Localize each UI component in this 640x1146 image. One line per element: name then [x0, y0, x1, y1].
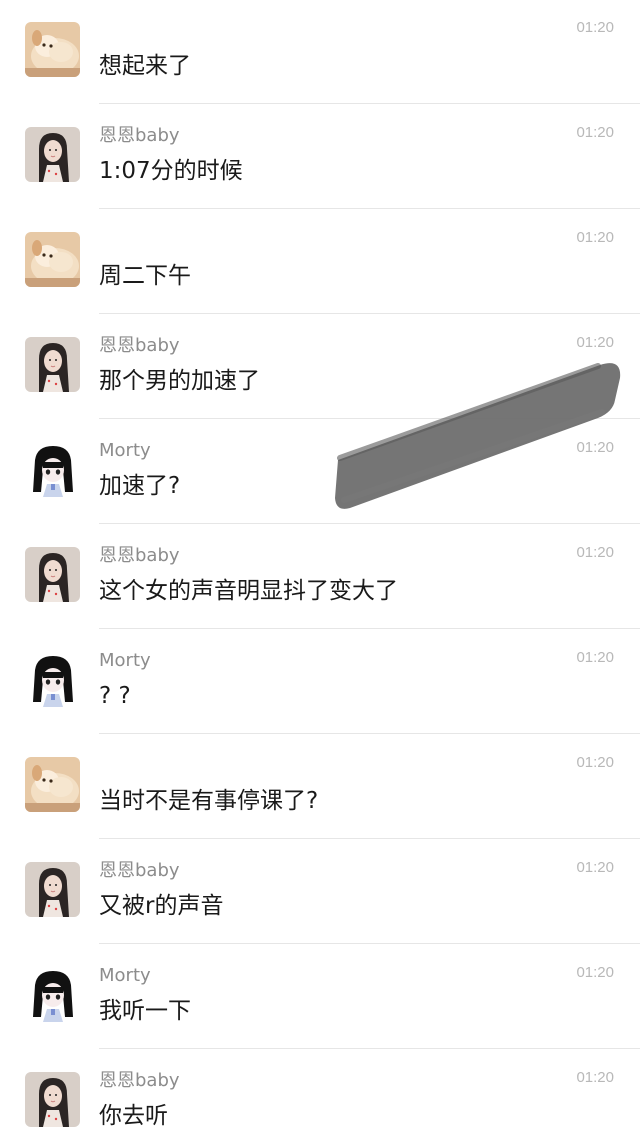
anime-avatar[interactable] — [25, 652, 80, 707]
girl-avatar[interactable] — [25, 547, 80, 602]
girl-avatar[interactable] — [25, 1072, 80, 1127]
divider — [99, 943, 640, 944]
divider — [99, 313, 640, 314]
message-item[interactable]: 想起来了 01:20 — [0, 0, 640, 105]
message-time: 01:20 — [576, 334, 614, 351]
message-time: 01:20 — [576, 544, 614, 561]
sender-name: Morty — [99, 650, 151, 671]
divider — [99, 1048, 640, 1049]
message-time: 01:20 — [576, 859, 614, 876]
dog-avatar[interactable] — [25, 22, 80, 77]
message-text: ? ? — [99, 683, 131, 709]
dog-avatar[interactable] — [25, 232, 80, 287]
message-time: 01:20 — [576, 229, 614, 246]
message-time: 01:20 — [576, 439, 614, 456]
divider — [99, 628, 640, 629]
message-item[interactable]: 恩恩baby 1:07分的时候 01:20 — [0, 105, 640, 210]
divider — [99, 418, 640, 419]
message-item[interactable]: 当时不是有事停课了? 01:20 — [0, 735, 640, 840]
divider — [99, 523, 640, 524]
sender-name: Morty — [99, 965, 151, 986]
message-item[interactable]: 恩恩baby 你去听 01:20 — [0, 1050, 640, 1146]
message-time: 01:20 — [576, 124, 614, 141]
message-text: 那个男的加速了 — [99, 368, 260, 394]
sender-name: 恩恩baby — [99, 125, 180, 146]
girl-avatar[interactable] — [25, 127, 80, 182]
anime-avatar[interactable] — [25, 442, 80, 497]
divider — [99, 103, 640, 104]
message-item[interactable]: 恩恩baby 那个男的加速了 01:20 — [0, 315, 640, 420]
message-text: 我听一下 — [99, 998, 191, 1024]
message-time: 01:20 — [576, 754, 614, 771]
message-text: 你去听 — [99, 1103, 168, 1129]
message-text: 加速了? — [99, 473, 181, 499]
message-item[interactable]: Morty ? ? 01:20 — [0, 630, 640, 735]
message-time: 01:20 — [576, 1069, 614, 1086]
message-item[interactable]: 恩恩baby 这个女的声音明显抖了变大了 01:20 — [0, 525, 640, 630]
anime-avatar[interactable] — [25, 967, 80, 1022]
dog-avatar[interactable] — [25, 757, 80, 812]
message-item[interactable]: Morty 我听一下 01:20 — [0, 945, 640, 1050]
message-time: 01:20 — [576, 649, 614, 666]
message-list: 想起来了 01:20 恩恩baby 1:07分的时候 01:20 周二下午 01… — [0, 0, 640, 1146]
message-text: 又被r的声音 — [99, 893, 224, 919]
sender-name: 恩恩baby — [99, 860, 180, 881]
girl-avatar[interactable] — [25, 337, 80, 392]
message-text: 想起来了 — [99, 53, 191, 79]
sender-name: Morty — [99, 440, 151, 461]
message-time: 01:20 — [576, 964, 614, 981]
message-text: 周二下午 — [99, 263, 191, 289]
sender-name: 恩恩baby — [99, 335, 180, 356]
message-item[interactable]: Morty 加速了? 01:20 — [0, 420, 640, 525]
message-time: 01:20 — [576, 19, 614, 36]
message-item[interactable]: 周二下午 01:20 — [0, 210, 640, 315]
message-text: 1:07分的时候 — [99, 158, 243, 184]
message-item[interactable]: 恩恩baby 又被r的声音 01:20 — [0, 840, 640, 945]
divider — [99, 838, 640, 839]
message-text: 当时不是有事停课了? — [99, 788, 319, 814]
sender-name: 恩恩baby — [99, 1070, 180, 1091]
divider — [99, 208, 640, 209]
sender-name: 恩恩baby — [99, 545, 180, 566]
girl-avatar[interactable] — [25, 862, 80, 917]
message-text: 这个女的声音明显抖了变大了 — [99, 578, 398, 604]
divider — [99, 733, 640, 734]
